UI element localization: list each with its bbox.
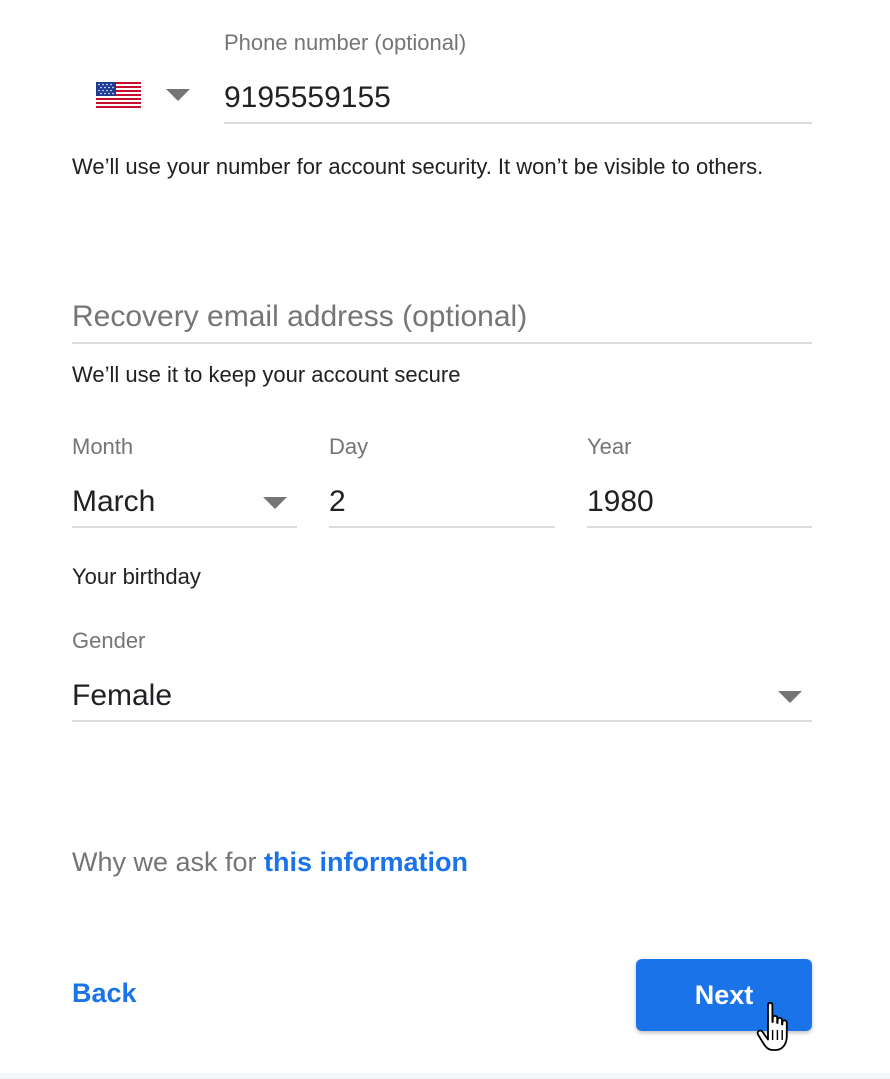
recovery-email-help-text: We’ll use it to keep your account secure (72, 362, 461, 387)
phone-number-label: Phone number (optional) (224, 30, 467, 55)
year-input[interactable]: 1980 (587, 478, 812, 528)
month-value: March (72, 485, 156, 518)
why-we-ask-prefix: Why we ask for (72, 847, 265, 877)
recovery-email-input[interactable] (72, 292, 812, 344)
phone-help-text: We’ll use your number for account securi… (72, 154, 764, 179)
us-flag-icon[interactable] (96, 82, 141, 108)
why-we-ask-text: Why we ask for this information (72, 847, 468, 878)
day-input[interactable]: 2 (329, 478, 555, 528)
bottom-divider (0, 1073, 890, 1079)
day-label: Day (329, 434, 369, 459)
next-button[interactable]: Next (636, 959, 812, 1031)
year-value: 1980 (587, 485, 654, 518)
this-information-link[interactable]: this information (264, 847, 468, 877)
signup-form-page: Phone number (optional) We’ll use your n… (0, 0, 890, 1079)
gender-value: Female (72, 679, 173, 712)
back-button[interactable]: Back (72, 978, 137, 1009)
year-label: Year (587, 434, 632, 459)
month-chevron-down-icon[interactable] (263, 497, 287, 509)
gender-select[interactable]: Female (72, 672, 812, 722)
month-label: Month (72, 434, 134, 459)
country-dropdown-chevron-down-icon[interactable] (166, 89, 190, 101)
gender-label: Gender (72, 628, 146, 653)
gender-chevron-down-icon[interactable] (778, 691, 802, 703)
birthday-help-text: Your birthday (72, 564, 201, 589)
phone-number-input[interactable] (224, 74, 812, 124)
day-value: 2 (329, 485, 346, 518)
